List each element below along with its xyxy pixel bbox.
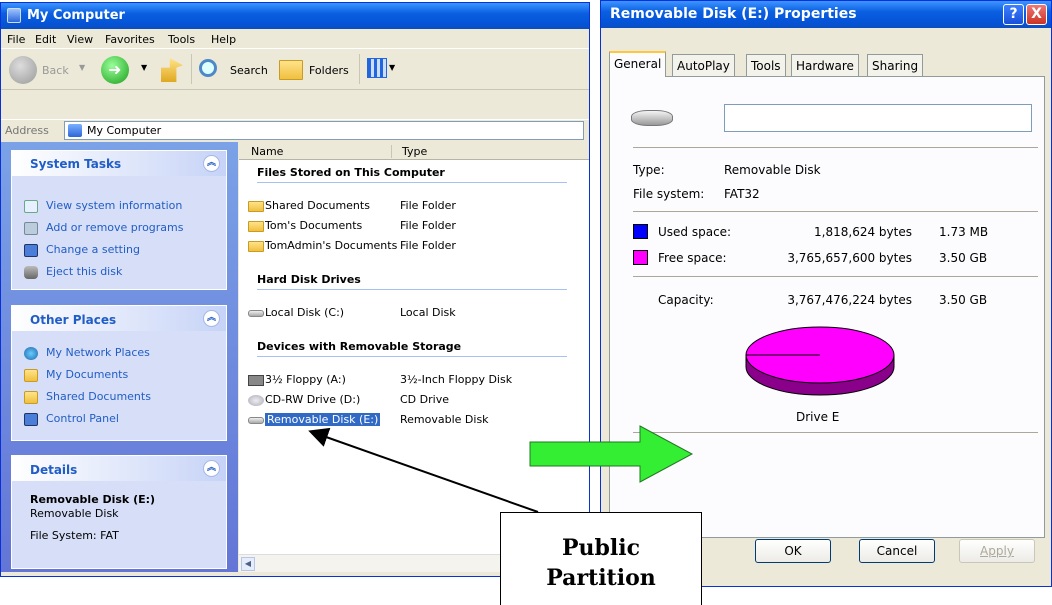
public-partition-callout: Public Partition [500,512,702,605]
callout-arrow [308,427,539,513]
callout-line-2: Partition [546,565,656,591]
green-arrow [529,425,694,483]
tab-general[interactable]: General [609,51,667,77]
callout-line-1: Public [561,535,641,561]
